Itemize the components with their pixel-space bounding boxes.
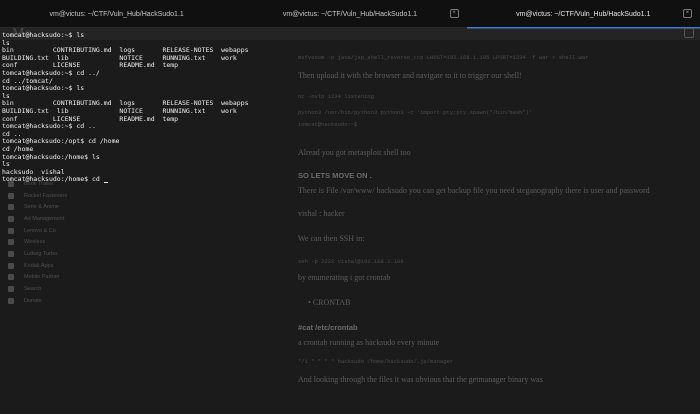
terminal-tab-1[interactable]: vm@victus: ~/CTF/Vuln_Hub/HackSudo1.1 — [0, 0, 233, 28]
terminal-line: ls — [2, 160, 10, 169]
terminal-cursor — [103, 181, 108, 183]
terminal-tab-2[interactable]: vm@victus: ~/CTF/Vuln_Hub/HackSudo1.1 × — [233, 0, 466, 28]
tab-label: vm@victus: ~/CTF/Vuln_Hub/HackSudo1.1 — [49, 10, 184, 18]
tab-bar: vm@victus: ~/CTF/Vuln_Hub/HackSudo1.1 vm… — [0, 0, 700, 29]
terminal-line: tomcat@hacksudo:~$ ls — [2, 84, 85, 93]
close-tab-icon[interactable]: × — [449, 9, 459, 18]
terminal-line: tomcat@hacksudo:~$ cd ../ — [2, 68, 100, 77]
terminal-output[interactable]: tomcat@hacksudo:~$ ls ls bin CONTRIBUTIN… — [0, 28, 700, 414]
close-tab-icon[interactable]: × — [682, 9, 692, 18]
tab-label: vm@victus: ~/CTF/Vuln_Hub/HackSudo1.1 — [516, 10, 651, 18]
terminal-line: tomcat@hacksudo:~$ cd .. — [2, 122, 96, 131]
terminal-line: tomcat@hacksudo:/opt$ cd /home — [2, 137, 120, 146]
terminal-line: cd /home — [2, 144, 34, 153]
terminal-line: hacksudo vishal — [2, 167, 65, 176]
terminal-line: conf LICENSE README.md temp — [2, 114, 179, 123]
tab-label: vm@victus: ~/CTF/Vuln_Hub/HackSudo1.1 — [282, 10, 418, 18]
terminal-line: tomcat@hacksudo:~$ ls — [2, 31, 85, 39]
terminal-tab-3[interactable]: vm@victus: ~/CTF/Vuln_Hub/HackSudo1.1 × — [466, 0, 700, 29]
terminal-line: cd ../tomcat/ — [2, 76, 53, 85]
terminal-prompt: tomcat@hacksudo:/home$ cd — [2, 175, 104, 184]
terminal-prompt-line[interactable]: tomcat@hacksudo:/home$ cd — [2, 175, 700, 184]
terminal-line: tomcat@hacksudo:/home$ ls — [2, 152, 100, 161]
terminal-line: conf LICENSE README.md temp — [2, 61, 179, 70]
